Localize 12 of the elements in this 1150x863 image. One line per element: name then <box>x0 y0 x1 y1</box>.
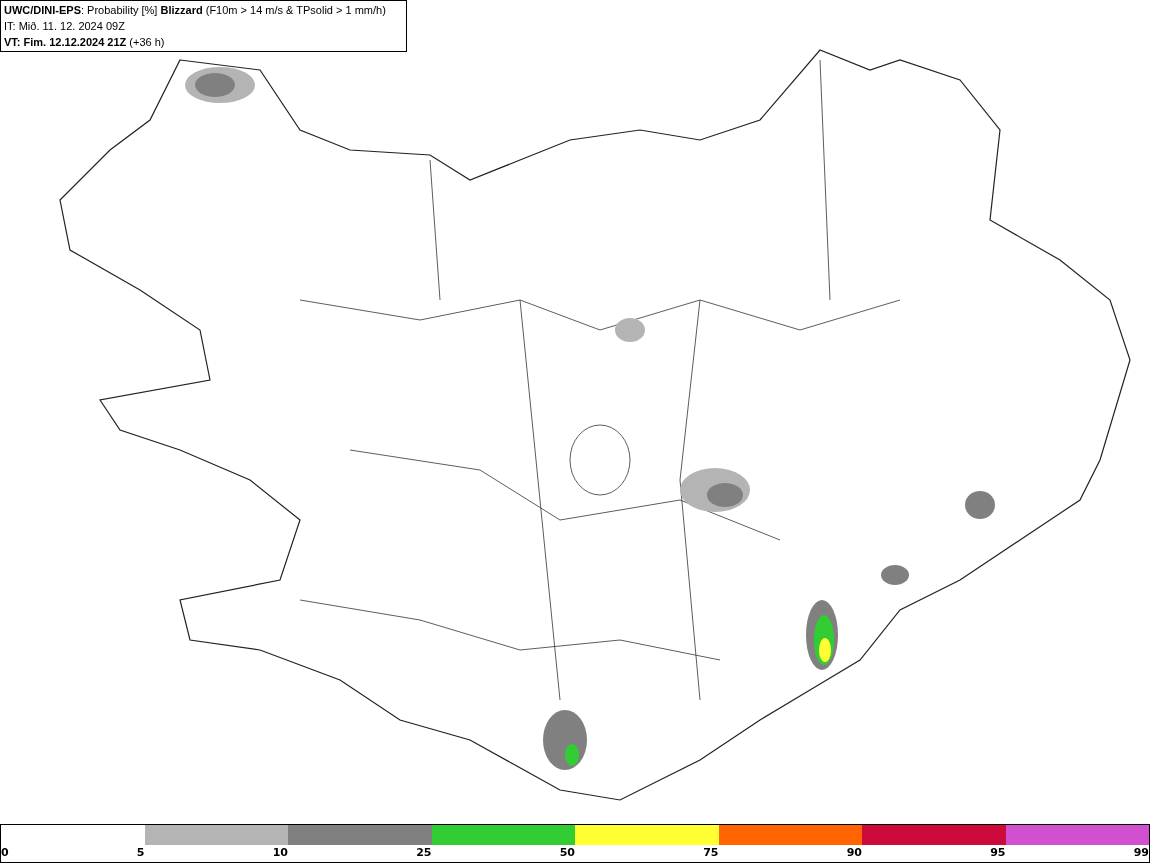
legend-label: 50 <box>559 845 575 861</box>
legend-label: 25 <box>416 845 432 861</box>
map-title: UWC/DINI-EPS: Probability [%] Blizzard (F10m > 14 m/s & TPsolid > 1 mm/h) <box>4 3 386 18</box>
time-label: VT: Fim. 12.12.2024 21Z (+36 h) <box>4 35 165 50</box>
legend-label: 90 <box>846 845 862 861</box>
legend-label: 99 <box>1133 845 1149 861</box>
legend-label: 10 <box>272 845 288 861</box>
time-label: IT: Mið. 11. 12. 2024 09Z <box>4 19 125 34</box>
legend-label: 5 <box>136 845 145 861</box>
legend-label: 75 <box>703 845 719 861</box>
legend-label: 95 <box>990 845 1006 861</box>
legend-label: 0 <box>1 845 9 861</box>
